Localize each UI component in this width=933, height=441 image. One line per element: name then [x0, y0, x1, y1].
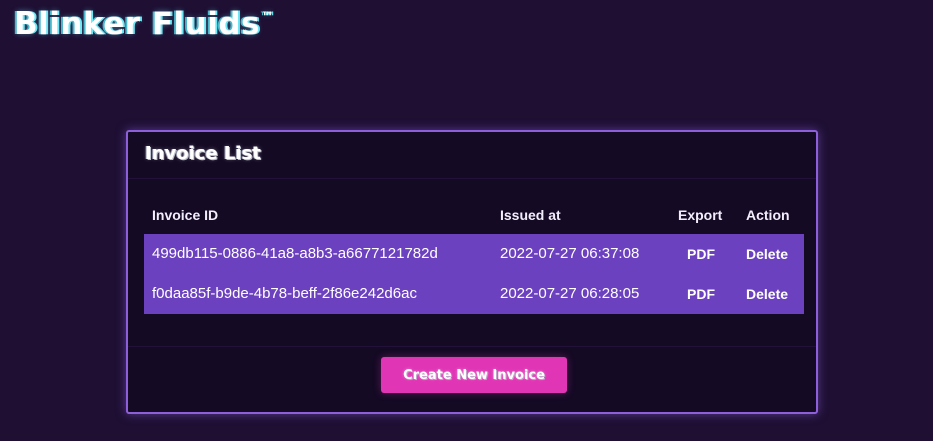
- export-pdf-link[interactable]: PDF: [687, 246, 715, 262]
- delete-link[interactable]: Delete: [746, 246, 788, 262]
- invoice-id-cell: 499db115-0886-41a8-a8b3-a6677121782d: [152, 245, 438, 262]
- column-header-issued-at: Issued at: [500, 207, 561, 223]
- column-header-invoice-id: Invoice ID: [152, 207, 219, 223]
- delete-link[interactable]: Delete: [746, 286, 788, 302]
- issued-at-cell: 2022-07-27 06:28:05: [500, 285, 640, 302]
- table-header: Invoice ID Issued at Export Action: [144, 198, 804, 234]
- table-row: f0daa85f-b9de-4b78-beff-2f86e242d6ac 202…: [144, 274, 804, 314]
- issued-at-cell: 2022-07-27 06:37:08: [500, 245, 640, 262]
- export-pdf-link[interactable]: PDF: [687, 286, 715, 302]
- invoice-id-cell: f0daa85f-b9de-4b78-beff-2f86e242d6ac: [152, 285, 417, 302]
- table-row: 499db115-0886-41a8-a8b3-a6677121782d 202…: [144, 234, 804, 274]
- column-header-action: Action: [746, 207, 790, 223]
- column-header-export: Export: [678, 207, 723, 223]
- invoice-table: Invoice ID Issued at Export Action 499db…: [144, 198, 804, 314]
- create-new-invoice-button[interactable]: Create New Invoice: [381, 357, 567, 393]
- brand-name: Blinker Fluids: [14, 6, 260, 42]
- brand-logo: Blinker Fluids™: [14, 6, 274, 42]
- invoice-list-card: Invoice List Invoice ID Issued at Export…: [126, 130, 818, 414]
- trademark-symbol: ™: [260, 10, 275, 25]
- card-header: Invoice List: [128, 132, 816, 179]
- card-footer: Create New Invoice: [128, 346, 816, 415]
- card-title: Invoice List: [145, 143, 261, 164]
